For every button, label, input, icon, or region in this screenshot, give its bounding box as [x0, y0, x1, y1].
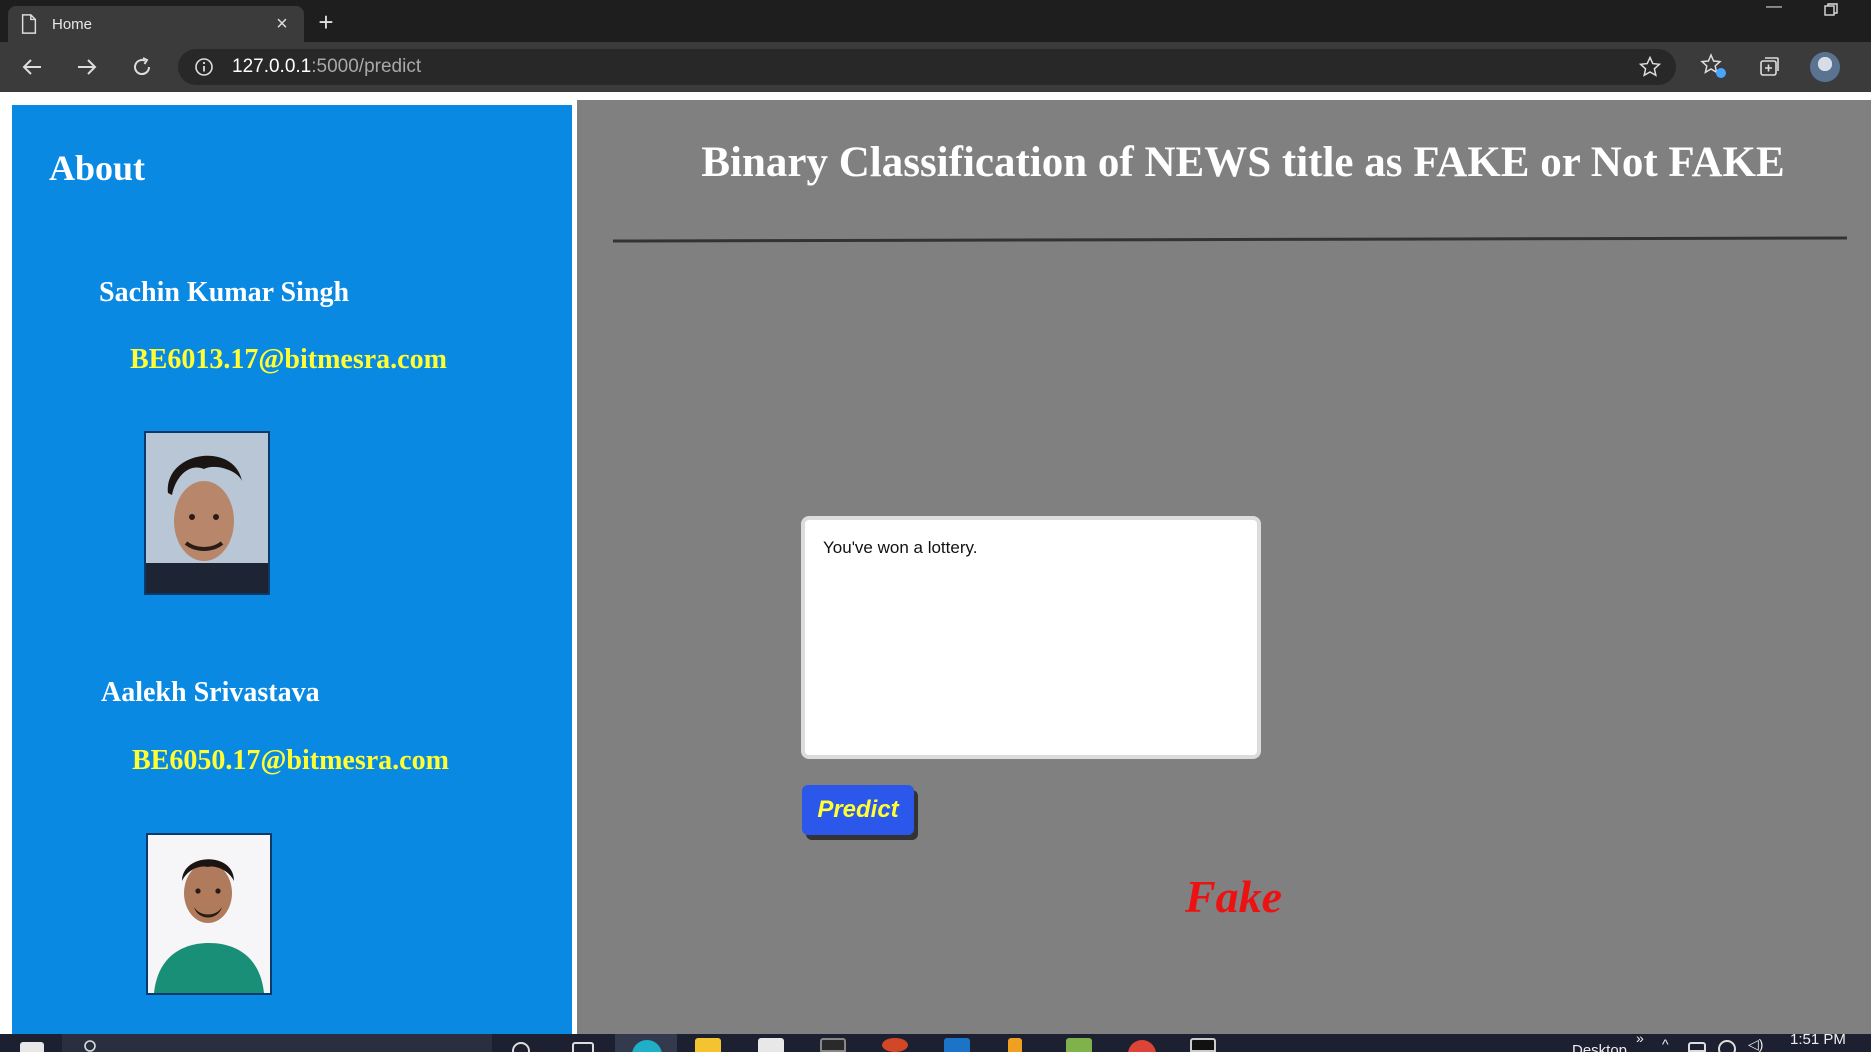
profile-button[interactable]: [1809, 51, 1841, 83]
start-icon[interactable]: [20, 1042, 44, 1052]
reload-icon: [134, 57, 151, 76]
bookmark-star-icon[interactable]: [1638, 55, 1662, 79]
terminal-icon[interactable]: [1190, 1038, 1216, 1052]
person-name-1: Sachin Kumar Singh: [99, 277, 350, 308]
classifier-panel: Binary Classification of NEWS title as F…: [577, 100, 1871, 1034]
url-host: 127.0.0.1: [232, 56, 312, 77]
chevron-right-icon[interactable]: »: [1636, 1034, 1644, 1046]
cortana-icon[interactable]: [512, 1042, 530, 1052]
page-title: Binary Classification of NEWS title as F…: [701, 139, 1785, 186]
news-title-input[interactable]: You've won a lottery.: [801, 516, 1261, 759]
os-taskbar: Desktop » ^ ◁) 1:51 PM: [0, 1034, 1871, 1052]
collections-icon: [1760, 57, 1779, 76]
browser-toolbar: 127.0.0.1:5000/predict: [0, 42, 1871, 92]
tab-strip: Home × + —: [0, 0, 1871, 42]
chrome-icon[interactable]: [1128, 1040, 1156, 1052]
title-divider: [612, 236, 1848, 243]
tab-home[interactable]: Home ×: [8, 6, 304, 42]
person-photo-2: [146, 833, 272, 995]
task-view-icon[interactable]: [572, 1042, 594, 1052]
about-heading: About: [49, 148, 146, 188]
about-sidebar: About Sachin Kumar Singh BE6013.17@bitme…: [12, 105, 572, 1034]
forward-button[interactable]: [70, 50, 104, 84]
taskbar-search-box[interactable]: [62, 1034, 492, 1052]
tab-title: Home: [52, 15, 93, 33]
restore-window-icon[interactable]: [1824, 3, 1838, 17]
volume-icon[interactable]: ◁): [1748, 1036, 1763, 1052]
search-icon: [84, 1040, 96, 1052]
predict-button[interactable]: Predict: [802, 785, 914, 835]
url-path: :5000/predict: [311, 56, 422, 77]
file-explorer-icon[interactable]: [695, 1038, 721, 1052]
close-tab-icon[interactable]: ×: [272, 13, 292, 35]
new-tab-button[interactable]: +: [312, 7, 340, 37]
collections-button[interactable]: [1753, 51, 1785, 83]
network-icon[interactable]: [1688, 1042, 1706, 1052]
reload-button[interactable]: [125, 50, 159, 84]
back-button[interactable]: [15, 50, 49, 84]
minimize-window-icon[interactable]: —: [1766, 0, 1782, 18]
mail-icon[interactable]: [944, 1038, 970, 1052]
person-photo-1: [144, 431, 270, 595]
avatar: [1810, 52, 1840, 82]
person-email-1: BE6013.17@bitmesra.com: [130, 344, 447, 375]
person-name-2: Aalekh Srivastava: [101, 677, 320, 708]
arrow-left-icon: [22, 59, 41, 75]
page-viewport: About Sachin Kumar Singh BE6013.17@bitme…: [0, 92, 1871, 1034]
office-icon[interactable]: [882, 1038, 908, 1052]
favorites-button[interactable]: [1698, 51, 1730, 83]
favorites-star-icon: [1700, 53, 1726, 78]
desktop-toolbar-label[interactable]: Desktop: [1572, 1042, 1627, 1052]
taskbar-clock[interactable]: 1:51 PM: [1790, 1034, 1846, 1048]
globe-icon[interactable]: [1718, 1040, 1736, 1052]
store-icon[interactable]: [758, 1038, 784, 1052]
app-icon-2[interactable]: [1008, 1038, 1022, 1052]
app-icon-1[interactable]: [820, 1038, 846, 1052]
person-email-2: BE6050.17@bitmesra.com: [132, 745, 449, 776]
page-icon: [21, 14, 37, 34]
chevron-up-icon[interactable]: ^: [1662, 1036, 1669, 1052]
info-icon[interactable]: [194, 57, 214, 77]
app-icon-3[interactable]: [1066, 1038, 1092, 1052]
address-bar[interactable]: 127.0.0.1:5000/predict: [178, 49, 1676, 85]
prediction-result: Fake: [1185, 871, 1283, 922]
arrow-right-icon: [78, 59, 97, 75]
